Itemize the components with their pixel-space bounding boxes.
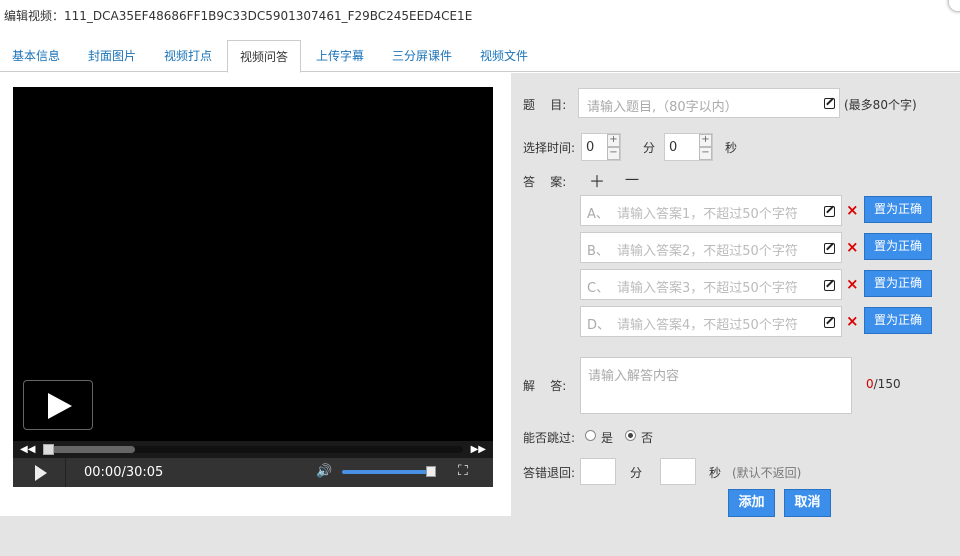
skip-yes-label: 是 [601,431,614,445]
progress-knob[interactable] [43,444,54,455]
set-correct-d-button[interactable]: 置为正确 [864,307,932,334]
seconds-input[interactable]: 0 + − [664,133,713,161]
answer-placeholder: 请输入答案4，不超过50个字符 [617,318,798,333]
seconds-value: 0 [669,140,678,155]
fullscreen-icon[interactable]: ⛶ [458,463,468,479]
delete-answer-a-icon[interactable]: × [846,201,859,219]
time-label: 选择时间: [523,141,576,155]
char-count: 0 [866,377,874,391]
edit-icon [824,280,835,291]
content-area: ◀◀ ▶▶ 00:00/30:05 🔊 ⛶ 题 目: 请输入题目,（80字以内）… [0,73,960,556]
edit-icon [824,98,835,109]
answer-letter: C、 [587,281,610,296]
play-button[interactable] [13,458,66,487]
rewind-seconds-input[interactable] [660,458,696,485]
answer-placeholder: 请输入答案3，不超过50个字符 [617,281,798,296]
close-icon[interactable] [948,0,960,12]
tab-upload-subtitles[interactable]: 上传字幕 [304,40,376,72]
time-display: 00:00/30:05 [84,465,164,480]
seconds-unit: 秒 [725,141,738,155]
question-input[interactable]: 请输入题目,（80字以内） [578,88,840,118]
seconds-plus-button[interactable]: + [699,134,712,147]
answer-c-input[interactable]: C、 请输入答案3，不超过50个字符 [580,269,842,300]
edit-icon [824,206,835,217]
explanation-textarea[interactable]: 请输入解答内容 [580,357,852,414]
minutes-plus-button[interactable]: + [607,134,620,147]
tab-video-markers[interactable]: 视频打点 [152,40,224,72]
edit-icon [824,243,835,254]
rewind-seconds-unit: 秒 [709,466,722,480]
minutes-input[interactable]: 0 + − [581,133,621,161]
video-player[interactable]: ◀◀ ▶▶ 00:00/30:05 🔊 ⛶ [13,87,493,487]
forward-icon[interactable]: ▶▶ [471,444,486,455]
tab-video-qa[interactable]: 视频问答 [227,40,301,73]
progress-bar[interactable]: ◀◀ ▶▶ [13,441,493,458]
progress-track[interactable] [43,444,463,455]
rewind-minutes-input[interactable] [580,458,616,485]
seconds-minus-button[interactable]: − [699,147,712,160]
explanation-placeholder: 请输入解答内容 [588,369,680,384]
play-icon [48,393,72,419]
delete-answer-d-icon[interactable]: × [846,312,859,330]
set-correct-a-button[interactable]: 置为正确 [864,196,932,223]
remove-answer-button[interactable]: 一 [625,170,639,190]
rewind-icon[interactable]: ◀◀ [20,444,35,455]
question-label: 题 目: [523,98,567,112]
skip-no-label: 否 [641,431,654,445]
minutes-minus-button[interactable]: − [607,147,620,160]
tab-cover-image[interactable]: 封面图片 [76,40,148,72]
char-max: /150 [873,377,901,391]
minutes-value: 0 [586,140,595,155]
window-titlebar: 编辑视频：111_DCA35EF48686FF1B9C33DC590130746… [0,0,960,34]
add-button[interactable]: 添加 [728,489,775,517]
answer-d-input[interactable]: D、 请输入答案4，不超过50个字符 [580,306,842,337]
question-placeholder: 请输入题目,（80字以内） [587,100,738,115]
skip-no-radio[interactable] [625,430,636,441]
control-bar: 00:00/30:05 🔊 ⛶ [13,458,493,487]
add-answer-button[interactable]: ＋ [589,168,605,192]
set-correct-c-button[interactable]: 置为正确 [864,270,932,297]
tab-basic-info[interactable]: 基本信息 [0,40,72,72]
edit-icon [824,317,835,328]
answer-letter: D、 [587,318,611,333]
minutes-unit: 分 [643,141,656,155]
tab-video-file[interactable]: 视频文件 [468,40,540,72]
tab-three-screen-courseware[interactable]: 三分屏课件 [380,40,464,72]
play-icon [35,465,47,481]
window-title: 编辑视频：111_DCA35EF48686FF1B9C33DC590130746… [4,9,473,23]
skip-yes-radio[interactable] [585,430,596,441]
volume-knob[interactable] [426,466,436,477]
answer-a-input[interactable]: A、 请输入答案1，不超过50个字符 [580,195,842,226]
explanation-label: 解 答: [523,379,567,393]
cancel-button[interactable]: 取消 [784,489,831,517]
answers-label: 答 案: [523,175,567,189]
answer-letter: A、 [587,207,609,222]
set-correct-b-button[interactable]: 置为正确 [864,233,932,260]
answer-letter: B、 [587,244,609,259]
answer-placeholder: 请输入答案2，不超过50个字符 [617,244,798,259]
answer-b-input[interactable]: B、 请输入答案2，不超过50个字符 [580,232,842,263]
question-hint: (最多80个字) [844,98,917,112]
char-counter: 0/150 [866,377,901,391]
delete-answer-b-icon[interactable]: × [846,238,859,256]
big-play-button[interactable] [23,380,93,430]
rewind-minutes-unit: 分 [630,466,643,480]
rewind-label: 答错退回: [523,466,576,480]
question-form: 题 目: 请输入题目,（80字以内） (最多80个字) 选择时间: 0 + − … [511,73,960,517]
buffered-fill [43,446,136,453]
answer-placeholder: 请输入答案1，不超过50个字符 [617,207,798,222]
player-panel: ◀◀ ▶▶ 00:00/30:05 🔊 ⛶ [0,73,511,516]
volume-slider[interactable] [342,470,430,474]
volume-icon[interactable]: 🔊 [316,464,332,479]
tab-bar: 基本信息 封面图片 视频打点 视频问答 上传字幕 三分屏课件 视频文件 [0,40,960,73]
rewind-hint: (默认不返回) [732,466,802,480]
delete-answer-c-icon[interactable]: × [846,275,859,293]
skip-label: 能否跳过: [523,431,576,445]
